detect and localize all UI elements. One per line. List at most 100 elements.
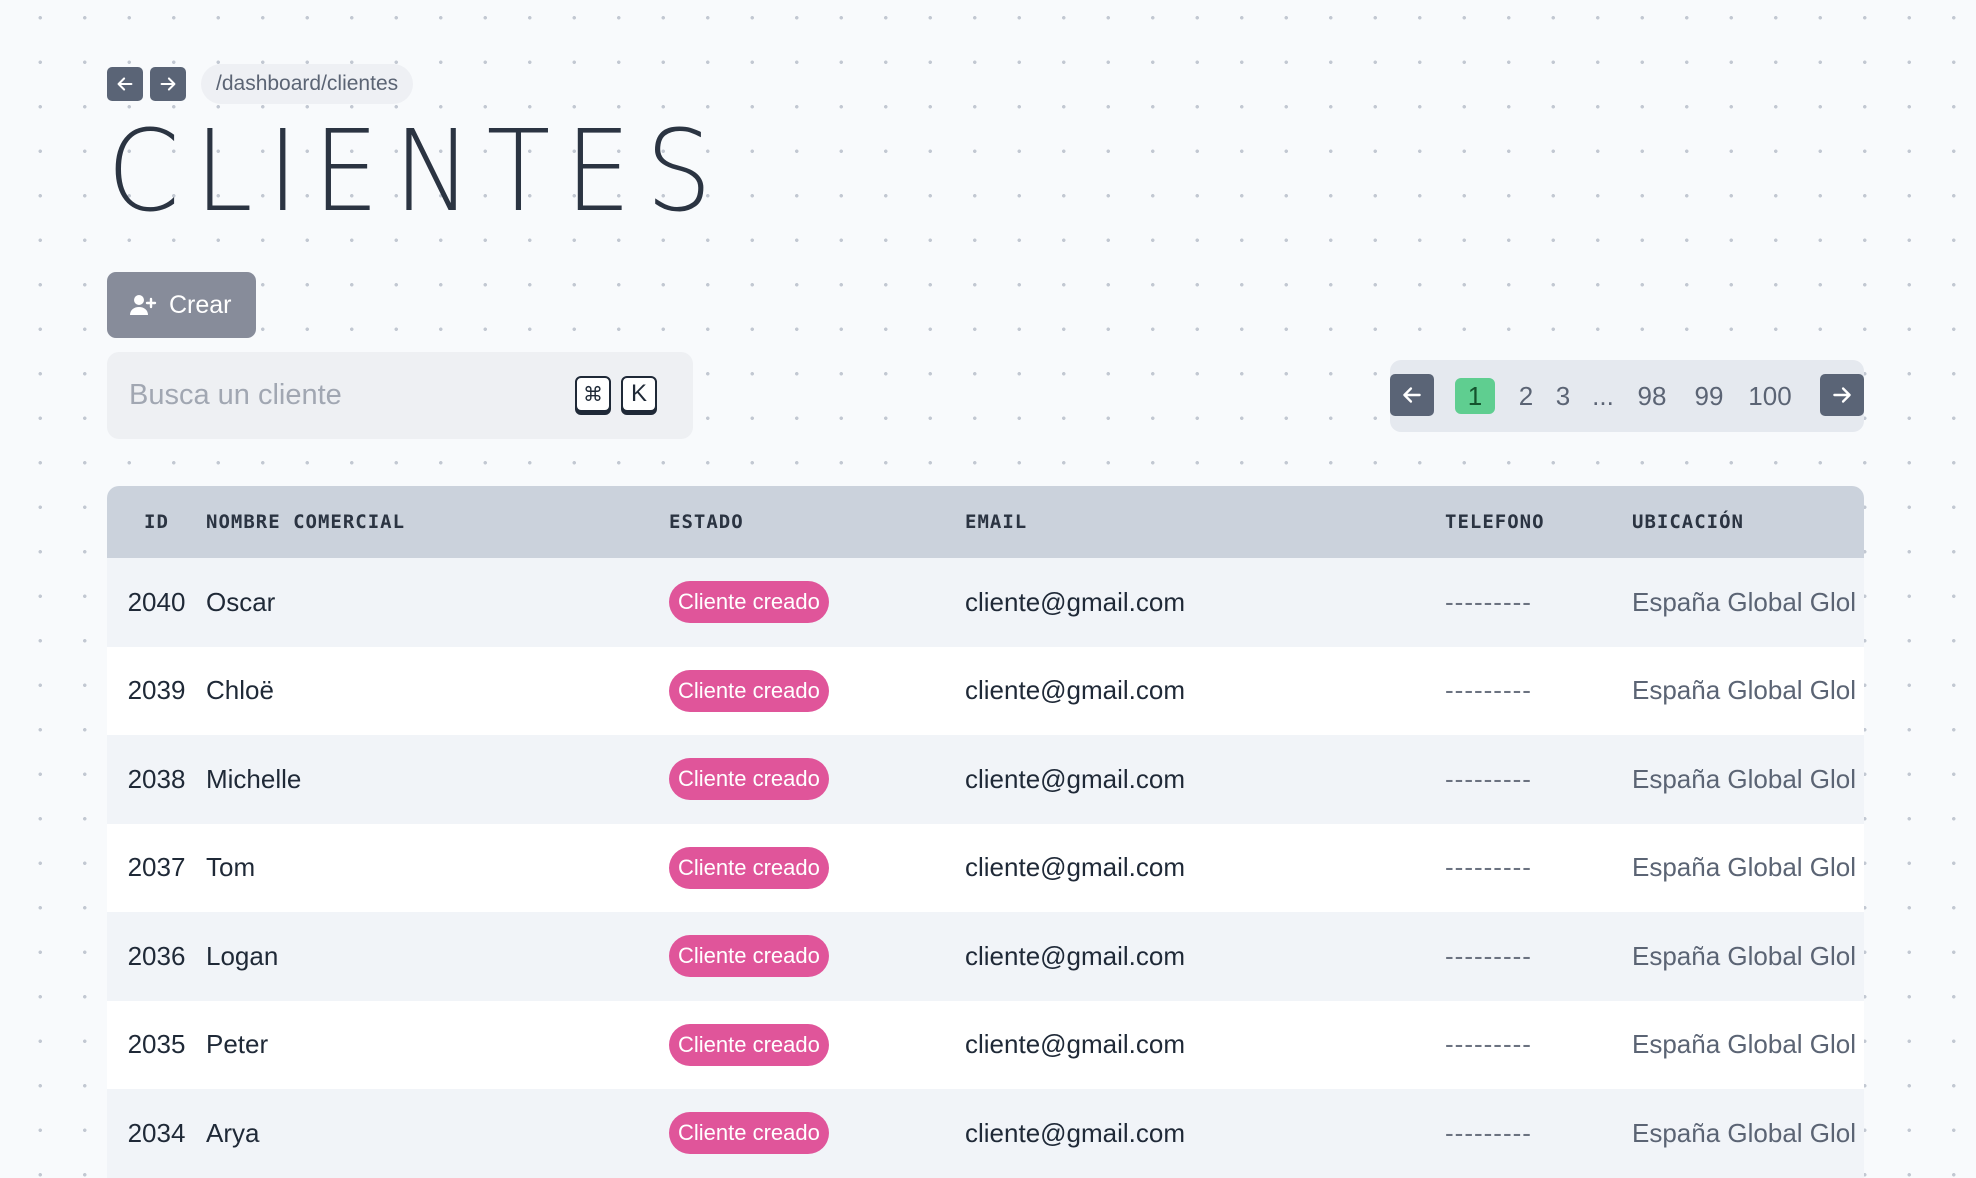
table-row[interactable]: 2035 Peter Cliente creado cliente@gmail.com… [107,1000,1864,1090]
cell-location: España Global Glol [1632,647,1864,736]
cell-location: España Global Glol [1632,824,1864,913]
cell-phone: --------- [1445,912,1632,1001]
status-badge: Cliente creado [669,1112,829,1155]
location-value: España Global Glol [1632,763,1857,794]
cell-phone: --------- [1445,647,1632,736]
back-button[interactable] [107,67,143,101]
cell-name-value: Arya [206,1117,260,1148]
table-row[interactable]: 2040 Oscar Cliente creado cliente@gmail.com… [107,558,1864,647]
cell-name: Michelle [206,735,669,824]
cell-email-value: cliente@gmail.com [965,586,1186,617]
page: /dashboard/clientes CLIENTES Crear ⌘ K 1… [107,64,1864,440]
status-badge: Cliente creado [669,846,829,889]
phone-value: --------- [1445,940,1532,971]
cell-id: 2037 [107,824,206,913]
table-row[interactable]: 2037 Tom Cliente creado cliente@gmail.com --… [107,823,1864,913]
location-value: España Global Glol [1632,940,1857,971]
search-input[interactable] [129,379,549,412]
page-2[interactable]: 2 [1516,378,1536,414]
cell-phone: --------- [1445,1001,1632,1090]
status-badge: Cliente creado [669,935,829,978]
cell-id-value: 2035 [127,1029,186,1060]
cell-id-value: 2038 [127,763,186,794]
cell-id: 2038 [107,735,206,824]
cell-email-value: cliente@gmail.com [965,940,1186,971]
cell-email-value: cliente@gmail.com [965,675,1186,706]
cell-id-value: 2034 [127,1117,186,1148]
phone-value: --------- [1445,1117,1532,1148]
cell-id: 2040 [107,558,206,647]
cell-state: Cliente creado [669,735,965,824]
status-badge: Cliente creado [669,669,829,712]
cell-email: cliente@gmail.com [965,1001,1445,1090]
cell-id-value: 2037 [127,852,186,883]
table-row[interactable]: 2036 Logan Cliente creado cliente@gmail.com… [107,912,1864,1001]
create-button-label: Crear [169,290,232,319]
pagination: 1 2 3 ... 98 99 100 [1390,360,1864,432]
page-98[interactable]: 98 [1634,378,1670,414]
cell-location: España Global Glol [1632,735,1864,824]
cell-name: Logan [206,912,669,1001]
next-page-button[interactable] [1820,374,1864,416]
cell-email: cliente@gmail.com [965,1089,1445,1178]
cell-id-value: 2039 [127,675,186,706]
cell-id-value: 2040 [127,586,186,617]
header-email[interactable]: EMAIL [965,486,1445,558]
page-title: CLIENTES [107,107,727,237]
table-row[interactable]: 2039 Chloë Cliente creado cliente@gmail.com… [107,646,1864,736]
location-value: España Global Glol [1632,1117,1857,1148]
cell-name-value: Oscar [206,586,276,617]
phone-value: --------- [1445,763,1532,794]
cell-id: 2035 [107,1001,206,1090]
location-value: España Global Glol [1632,586,1857,617]
location-value: España Global Glol [1632,675,1857,706]
cell-email: cliente@gmail.com [965,647,1445,736]
cell-name: Peter [206,1001,669,1090]
page-3[interactable]: 3 [1553,378,1573,414]
header-location[interactable]: UBICACIÓN [1632,486,1864,558]
cell-name-value: Tom [206,852,256,883]
table-row[interactable]: 2038 Michelle Cliente creado cliente@gmail.… [107,735,1864,824]
arrow-left-icon [117,77,133,91]
cell-location: España Global Glol [1632,1001,1864,1090]
status-badge: Cliente creado [669,758,829,801]
cell-name-value: Michelle [206,763,302,794]
cell-email: cliente@gmail.com [965,824,1445,913]
cell-state: Cliente creado [669,912,965,1001]
cell-name: Arya [206,1089,669,1178]
cell-location: España Global Glol [1632,558,1864,647]
cell-state: Cliente creado [669,1089,965,1178]
prev-page-button[interactable] [1390,374,1434,416]
phone-value: --------- [1445,852,1532,883]
header-name[interactable]: NOMBRE COMERCIAL [206,486,669,558]
page-1[interactable]: 1 [1455,378,1495,414]
top-nav: /dashboard/clientes [107,64,1864,104]
cell-phone: --------- [1445,558,1632,647]
create-button[interactable]: Crear [107,272,256,338]
header-phone[interactable]: TELEFONO [1445,486,1632,558]
arrow-left-icon [1403,387,1421,403]
search-box[interactable]: ⌘ K [107,352,693,439]
cell-location: España Global Glol [1632,1089,1864,1178]
cell-email-value: cliente@gmail.com [965,763,1186,794]
header-id[interactable]: ID [107,486,206,558]
breadcrumb[interactable]: /dashboard/clientes [201,64,414,104]
table-body: 2040 Oscar Cliente creado cliente@gmail.com… [107,558,1864,1178]
shortcut-k-key: K [621,376,657,412]
phone-value: --------- [1445,1029,1532,1060]
table-row[interactable]: 2034 Arya Cliente creado cliente@gmail.com -… [107,1089,1864,1178]
cell-name: Oscar [206,558,669,647]
status-badge: Cliente creado [669,581,829,624]
cell-state: Cliente creado [669,558,965,647]
page-ellipsis: ... [1592,380,1614,411]
phone-value: --------- [1445,675,1532,706]
cell-state: Cliente creado [669,647,965,736]
header-state[interactable]: ESTADO [669,486,965,558]
cell-email: cliente@gmail.com [965,558,1445,647]
location-value: España Global Glol [1632,1029,1857,1060]
page-99[interactable]: 99 [1691,378,1727,414]
forward-button[interactable] [150,67,186,101]
cell-name-value: Peter [206,1029,269,1060]
cell-state: Cliente creado [669,1001,965,1090]
page-100[interactable]: 100 [1745,378,1795,414]
